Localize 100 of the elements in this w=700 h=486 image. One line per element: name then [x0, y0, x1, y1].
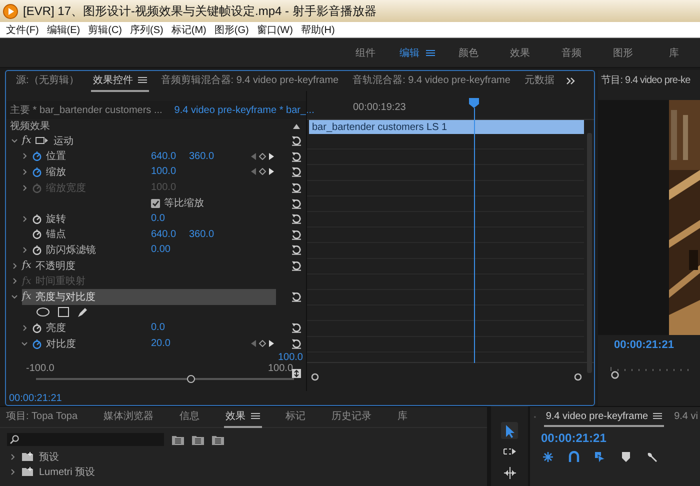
reset-icon[interactable]	[291, 213, 302, 224]
reset-icon[interactable]	[291, 322, 302, 334]
fx-badge[interactable]: fx	[22, 260, 32, 272]
folder-icon[interactable]	[22, 452, 33, 461]
add-keyframe-icon[interactable]	[259, 340, 266, 348]
panel-tab[interactable]: 音频剪辑混合器: 9.4 video pre-keyframe	[158, 71, 341, 92]
effect-name[interactable]: 不透明度	[35, 258, 76, 273]
bit-depth-effects-icon[interactable]	[192, 434, 204, 444]
panel-tab[interactable]: 历史记录	[330, 406, 374, 428]
reset-icon[interactable]	[291, 244, 302, 256]
property-value[interactable]: 640.0	[151, 150, 189, 162]
sequence-clip-label[interactable]: 9.4 video pre-keyframe * bar_...	[174, 104, 314, 116]
property-value[interactable]: 0.0	[151, 213, 189, 224]
panel-tab[interactable]: 信息	[178, 406, 202, 428]
menu-item[interactable]: 帮助(H)	[300, 22, 335, 36]
stopwatch-icon[interactable]	[32, 151, 42, 162]
fx-badge[interactable]: fx	[22, 135, 32, 146]
tree-item[interactable]: Lumetri 预设	[39, 464, 96, 478]
reset-icon[interactable]	[291, 150, 302, 162]
property-value[interactable]: 0.00	[151, 244, 189, 256]
workspace-tab[interactable]: 音频	[546, 46, 598, 60]
property-value[interactable]: 360.0	[189, 150, 251, 162]
nest-sequence-icon[interactable]	[542, 451, 554, 463]
panel-tab[interactable]: 标记	[284, 406, 308, 428]
overflow-chevron-icon[interactable]	[566, 77, 576, 85]
rectangle-mask-icon[interactable]	[58, 307, 69, 318]
stopwatch-icon[interactable]	[32, 338, 42, 349]
menu-item[interactable]: 标记(M)	[171, 22, 206, 36]
menu-icon[interactable]	[250, 412, 260, 420]
scrubber-icon[interactable]	[610, 365, 690, 379]
slider-thumb[interactable]	[186, 375, 195, 384]
panel-tab[interactable]: 9.4 video pre-keyframe	[544, 408, 664, 426]
property-value[interactable]: 640.0	[151, 228, 189, 240]
panel-tab[interactable]: 库	[396, 406, 410, 428]
folder-icon[interactable]	[22, 467, 33, 476]
menu-item[interactable]: 序列(S)	[130, 22, 164, 36]
reset-icon[interactable]	[291, 338, 302, 350]
workspace-tab[interactable]: 库	[648, 46, 700, 60]
previous-keyframe-icon[interactable]	[251, 168, 256, 176]
effect-name[interactable]: 运动	[53, 134, 74, 148]
reset-icon[interactable]	[291, 228, 302, 240]
property-value[interactable]: 360.0	[189, 228, 251, 240]
reset-icon[interactable]	[291, 166, 302, 178]
panel-tab[interactable]: 效果控件	[90, 71, 149, 92]
marker-icon[interactable]	[620, 451, 632, 463]
workspace-tab[interactable]: 效果	[494, 46, 546, 60]
panel-tab[interactable]: 音轨混合器: 9.4 video pre-keyframe	[350, 71, 512, 92]
menu-item[interactable]: 窗口(W)	[256, 22, 293, 36]
ellipse-mask-icon[interactable]	[36, 307, 50, 318]
timeline-clip[interactable]: bar_bartender customers LS 1	[309, 120, 584, 134]
workspace-tab[interactable]: 编辑	[391, 46, 443, 60]
wrench-icon[interactable]	[646, 451, 658, 463]
menu-icon[interactable]	[138, 76, 147, 84]
accelerated-effects-icon[interactable]	[172, 434, 184, 444]
slider-track[interactable]	[36, 378, 294, 380]
workspace-tab[interactable]: 颜色	[442, 46, 494, 60]
menu-item[interactable]: 剪辑(C)	[88, 22, 122, 36]
stopwatch-icon[interactable]	[32, 166, 42, 177]
workspace-tab[interactable]: 组件	[340, 46, 392, 60]
menu-item[interactable]: 编辑(E)	[46, 22, 80, 36]
workspace-tab[interactable]: 图形	[597, 46, 649, 60]
menu-item[interactable]: 文件(F)	[6, 22, 39, 36]
property-value[interactable]: 0.0	[151, 322, 189, 334]
linked-selection-icon[interactable]	[594, 451, 606, 463]
menu-icon[interactable]	[426, 48, 435, 56]
next-keyframe-icon[interactable]	[269, 152, 274, 160]
pen-mask-icon[interactable]	[77, 306, 88, 318]
stopwatch-icon[interactable]	[32, 244, 42, 255]
panel-tab[interactable]: 9.4 vi	[672, 408, 700, 426]
property-value[interactable]: 20.0	[151, 338, 189, 350]
panel-tab[interactable]: 效果	[224, 406, 262, 428]
previous-keyframe-icon[interactable]	[251, 152, 256, 160]
zoom-handle-icon[interactable]	[311, 373, 319, 381]
tree-item[interactable]: 预设	[39, 450, 59, 464]
yuv-effects-icon[interactable]	[212, 434, 224, 444]
menu-icon[interactable]	[653, 412, 662, 420]
panel-tab[interactable]: 媒体浏览器	[102, 406, 156, 428]
magnet-icon[interactable]	[568, 451, 580, 463]
collapse-triangle-icon[interactable]	[293, 124, 300, 128]
reset-icon[interactable]	[291, 291, 302, 302]
add-keyframe-icon[interactable]	[259, 152, 266, 160]
reset-icon[interactable]	[291, 260, 302, 272]
panel-tab[interactable]: 元数据	[522, 71, 556, 92]
reset-icon[interactable]	[291, 198, 302, 209]
previous-keyframe-icon[interactable]	[251, 340, 256, 348]
next-keyframe-icon[interactable]	[269, 340, 274, 348]
zoom-handle-icon[interactable]	[574, 373, 582, 381]
transform-box-icon[interactable]	[35, 136, 50, 146]
add-keyframe-icon[interactable]	[259, 168, 266, 176]
next-keyframe-icon[interactable]	[269, 168, 274, 176]
reset-icon[interactable]	[291, 135, 302, 146]
playhead-marker-icon[interactable]	[469, 98, 479, 108]
checkbox[interactable]	[151, 198, 160, 208]
ripple-edit-icon[interactable]	[502, 466, 516, 480]
panel-tab[interactable]: 源:（无剪辑）	[14, 71, 81, 92]
search-field[interactable]	[7, 433, 164, 446]
menu-item[interactable]: 图形(G)	[214, 22, 249, 36]
property-value[interactable]: 100.0	[151, 166, 189, 178]
slider-toggle-icon[interactable]	[292, 369, 301, 378]
fx-badge[interactable]: fx	[22, 291, 32, 302]
